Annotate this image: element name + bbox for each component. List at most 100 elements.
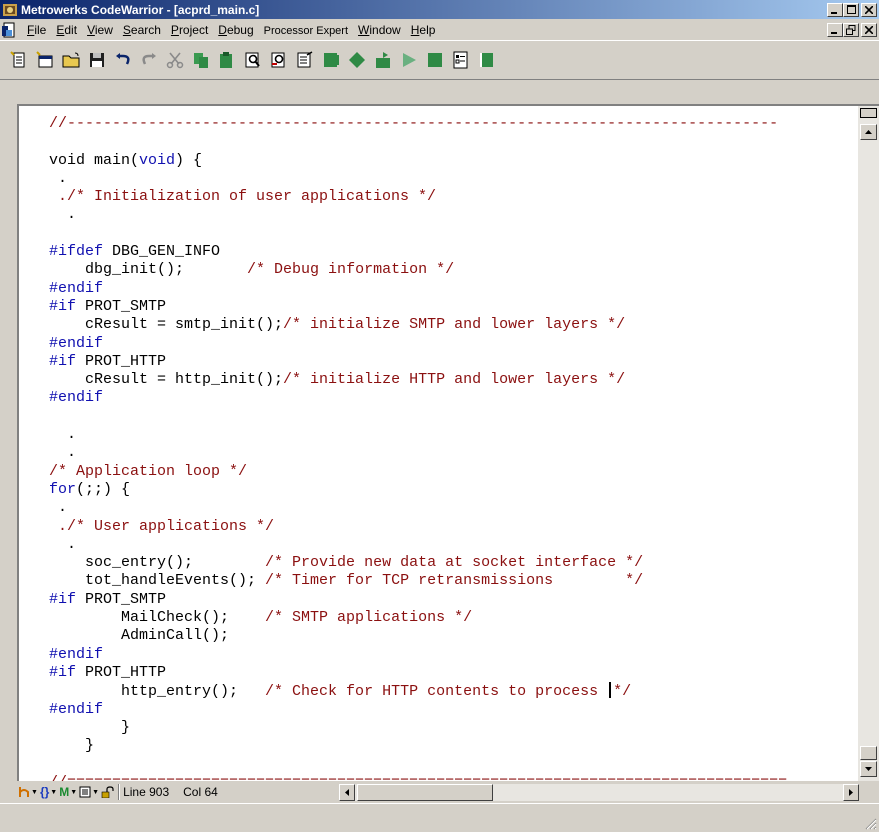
doc-restore-button[interactable] [843,22,859,37]
code-line[interactable]: . [49,444,858,462]
document-window-icon[interactable] [2,22,18,38]
code-line[interactable]: tot_handleEvents(); /* Timer for TCP ret… [49,572,858,590]
project-window-button[interactable] [476,49,498,71]
marker-popup-button[interactable]: M ▼ [59,785,77,799]
code-line[interactable]: . [49,426,858,444]
horizontal-scrollbar[interactable] [339,784,859,801]
function-popup-button[interactable]: ▼ [18,786,38,798]
code-line[interactable]: . [49,206,858,224]
code-line[interactable] [49,408,858,426]
vertical-scrollbar[interactable] [858,106,879,781]
code-line[interactable] [49,755,858,773]
code-line[interactable]: . [49,536,858,554]
menu-processor-expert[interactable]: Processor Expert [259,23,353,37]
run-button[interactable] [398,49,420,71]
document-settings-button[interactable]: ▼ [79,786,99,798]
menu-view[interactable]: View [82,23,118,37]
code-line[interactable] [49,225,858,243]
code-line[interactable]: #if PROT_SMTP [49,591,858,609]
header-popup-button[interactable]: {} ▼ [40,785,57,799]
new-project-icon [36,51,53,68]
resize-grip-icon[interactable] [865,818,877,830]
scroll-up-button[interactable] [860,124,877,140]
preferences-button[interactable] [450,49,472,71]
menu-label: indow [369,22,401,37]
code-line[interactable]: #if PROT_SMTP [49,298,858,316]
close-button[interactable] [861,2,877,17]
save-button[interactable] [86,49,108,71]
debug-button[interactable] [372,49,394,71]
replace-button[interactable] [294,49,316,71]
open-button[interactable] [60,49,82,71]
code-line[interactable]: void main(void) { [49,152,858,170]
code-line[interactable]: } [49,737,858,755]
code-line[interactable]: #endif [49,335,858,353]
paste-button[interactable] [216,49,238,71]
code-line[interactable]: MailCheck(); /* SMTP applications */ [49,609,858,627]
find-button[interactable] [242,49,264,71]
code-line[interactable]: ./* User applications */ [49,518,858,536]
compile-icon [324,53,339,67]
find-next-button[interactable] [268,49,290,71]
copy-icon [194,53,208,68]
code-line[interactable]: soc_entry(); /* Provide new data at sock… [49,554,858,572]
text-cursor [609,682,612,699]
copy-button[interactable] [190,49,212,71]
code-line[interactable]: #ifdef DBG_GEN_INFO [49,243,858,261]
arrow-up-icon [865,130,872,134]
minimize-button[interactable] [827,2,843,17]
code-line[interactable]: #if PROT_HTTP [49,353,858,371]
code-line[interactable]: #endif [49,389,858,407]
read-only-toggle[interactable] [101,786,115,798]
code-line[interactable]: dbg_init(); /* Debug information */ [49,261,858,279]
menu-edit[interactable]: Edit [51,23,82,37]
code-line[interactable]: //--------------------------------------… [49,115,858,133]
code-editor[interactable]: //--------------------------------------… [19,106,858,781]
code-line[interactable]: cResult = http_init();/* initialize HTTP… [49,371,858,389]
codewarrior-app-icon[interactable] [2,2,18,18]
compile-button[interactable] [320,49,342,71]
horizontal-scroll-thumb[interactable] [357,784,493,801]
code-line[interactable]: cResult = smtp_init();/* initialize SMTP… [49,316,858,334]
code-text: . [49,499,68,517]
code-line[interactable]: } [49,719,858,737]
code-line[interactable]: /* Application loop */ [49,463,858,481]
code-line[interactable]: . [49,499,858,517]
code-line[interactable]: http_entry(); /* Check for HTTP contents… [49,682,858,700]
menu-file[interactable]: File [22,23,51,37]
maximize-button[interactable] [843,2,859,17]
doc-close-button[interactable] [861,22,877,37]
line-number-readout[interactable]: Line 903 [123,785,169,799]
split-pane-handle[interactable] [860,108,877,118]
code-line[interactable]: AdminCall(); [49,627,858,645]
redo-button[interactable] [138,49,160,71]
undo-button[interactable] [112,49,134,71]
scroll-right-button[interactable] [843,784,859,801]
cut-button[interactable] [164,49,186,71]
menu-help[interactable]: Help [406,23,441,37]
new-project-button[interactable] [34,49,56,71]
code-line[interactable]: #endif [49,280,858,298]
code-text: http_entry(); [49,683,266,701]
vertical-scroll-thumb[interactable] [860,746,877,760]
new-text-file-button[interactable] [8,49,30,71]
menu-search[interactable]: Search [118,23,166,37]
code-line[interactable]: #endif [49,646,858,664]
code-line[interactable]: ./* Initialization of user applications … [49,188,858,206]
menu-debug[interactable]: Debug [213,23,258,37]
menu-window[interactable]: Window [353,23,406,37]
menu-project[interactable]: Project [166,23,213,37]
code-line[interactable]: #if PROT_HTTP [49,664,858,682]
code-line[interactable]: //======================================… [49,774,858,781]
arrow-left-icon [345,789,349,796]
scroll-left-button[interactable] [339,784,355,801]
code-line[interactable]: #endif [49,701,858,719]
code-text: dbg_init(); [49,261,248,279]
doc-minimize-button[interactable] [827,22,843,37]
code-line[interactable] [49,133,858,151]
make-button[interactable] [346,49,368,71]
scroll-down-button[interactable] [860,761,877,777]
stop-button[interactable] [424,49,446,71]
code-line[interactable]: . [49,170,858,188]
code-line[interactable]: for(;;) { [49,481,858,499]
